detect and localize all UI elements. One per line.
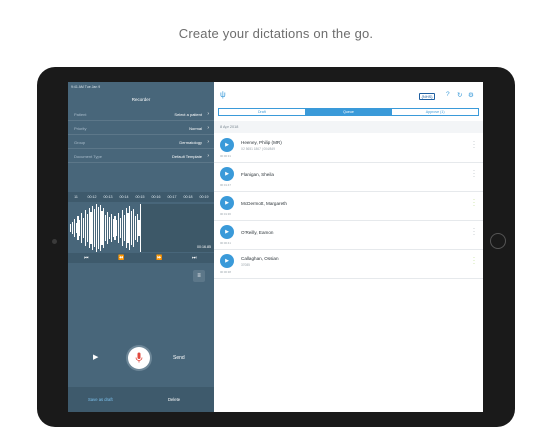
nhs-badge: {NHS} xyxy=(419,93,436,100)
field-label: Patient xyxy=(74,112,87,117)
page-headline: Create your dictations on the go. xyxy=(178,26,374,41)
tablet-camera xyxy=(52,239,57,244)
dictation-item[interactable]: ▶ 00:00:41 O'Reilly, Eamon · · · xyxy=(214,221,483,250)
timeline-tick: 00:13 xyxy=(103,195,113,199)
play-icon[interactable]: ▶ xyxy=(220,167,234,181)
tablet-frame: 9:41 AM Tue Jan 9 Recorder Patient Selec… xyxy=(37,67,515,427)
field-value: Select a patient xyxy=(174,112,202,117)
settings-icon[interactable]: ⚙ xyxy=(468,91,474,99)
field-label: Group xyxy=(74,140,86,145)
patient-name: Callaghan, Ossian xyxy=(241,256,279,261)
play-icon[interactable]: ▶ xyxy=(220,196,234,210)
chevron-right-icon: › xyxy=(207,125,209,131)
notes-icon[interactable]: ≡ xyxy=(193,270,205,282)
patient-field[interactable]: Patient Select a patient › xyxy=(68,107,214,121)
patient-name: Flanigan, Sheila xyxy=(241,172,274,177)
timeline-tick: 11 xyxy=(74,195,78,199)
priority-field[interactable]: Priority Normal › xyxy=(68,121,214,135)
tablet-home-button[interactable] xyxy=(490,233,506,249)
dictation-duration: 00:01:47 xyxy=(220,183,231,187)
play-icon[interactable]: ▶ xyxy=(220,254,234,268)
status-bar-text: 9:41 AM Tue Jan 9 xyxy=(71,85,101,89)
tab-draft[interactable]: Draft xyxy=(219,109,305,115)
dictation-duration: 00:01:36 xyxy=(220,212,231,216)
date-section-header: 8 Apr 2018 xyxy=(214,121,483,133)
document-type-field[interactable]: Document Type Default Template › xyxy=(68,149,214,163)
help-icon[interactable]: ? xyxy=(446,91,450,98)
tab-approve[interactable]: Approve (1) xyxy=(391,109,478,115)
dictation-duration: 00:00:31 xyxy=(220,154,231,158)
dictation-duration: 00:00:38 xyxy=(220,270,231,274)
patient-name: O'Reilly, Eamon xyxy=(241,230,274,235)
timeline-tick: 00:12 xyxy=(87,195,97,199)
more-vertical-icon[interactable]: · · · xyxy=(473,197,475,209)
field-label: Document Type xyxy=(74,154,102,159)
save-draft-button[interactable]: Save as draft xyxy=(88,397,113,402)
field-value: Normal xyxy=(189,126,202,131)
more-vertical-icon[interactable]: · · · xyxy=(473,168,475,180)
rewind-icon[interactable]: ⏪ xyxy=(118,255,124,261)
timeline-tick: 00:14 xyxy=(119,195,129,199)
recorder-bottom-bar: Save as draft Delete xyxy=(68,387,214,412)
tab-queue[interactable]: Queue xyxy=(304,109,392,115)
top-toolbar: ψ {NHS} ? ↻ ⚙ xyxy=(214,82,483,105)
patient-name: Heeney, Philip (MR) xyxy=(241,140,282,145)
refresh-icon[interactable]: ↻ xyxy=(457,91,462,99)
recorder-panel: 9:41 AM Tue Jan 9 Recorder Patient Selec… xyxy=(68,82,214,412)
timeline-tick: 00:15 xyxy=(135,195,145,199)
record-button[interactable] xyxy=(128,347,150,369)
recorder-title: Recorder xyxy=(131,97,151,102)
timeline-tick: 00:16 xyxy=(151,195,161,199)
send-button[interactable]: Send xyxy=(173,355,185,361)
timeline-tick: 00:18 xyxy=(183,195,193,199)
app-logo: ψ xyxy=(220,90,226,99)
field-value: Default Template xyxy=(172,154,202,159)
time-readout: 00:16.85 xyxy=(197,245,211,249)
more-vertical-icon[interactable]: · · · xyxy=(473,255,475,267)
audio-waveform[interactable]: 00:16.85 xyxy=(68,204,214,252)
chevron-right-icon: › xyxy=(207,111,209,117)
more-vertical-icon[interactable]: · · · xyxy=(473,226,475,238)
play-icon[interactable]: ▶ xyxy=(220,138,234,152)
patient-details: X2 5651 1867 | 004/849 xyxy=(241,147,275,151)
group-field[interactable]: Group Dermatology › xyxy=(68,135,214,149)
recorded-waveform xyxy=(68,204,140,252)
transport-controls: ⏮ ⏪ ⏩ ⏭ xyxy=(68,253,214,263)
play-icon[interactable]: ▶ xyxy=(220,225,234,239)
app-screen: 9:41 AM Tue Jan 9 Recorder Patient Selec… xyxy=(68,82,483,412)
skip-end-icon[interactable]: ⏭ xyxy=(192,255,197,261)
timeline-tick: 00:19 xyxy=(199,195,209,199)
microphone-icon xyxy=(135,352,143,363)
chevron-right-icon: › xyxy=(207,139,209,145)
fast-forward-icon[interactable]: ⏩ xyxy=(156,255,162,261)
chevron-right-icon: › xyxy=(207,153,209,159)
skip-start-icon[interactable]: ⏮ xyxy=(84,255,89,261)
status-segmented-control: Draft Queue Approve (1) xyxy=(218,108,479,116)
field-label: Priority xyxy=(74,126,87,131)
delete-button[interactable]: Delete xyxy=(168,397,180,402)
field-value: Dermatology xyxy=(179,140,202,145)
audio-timeline[interactable]: 11 00:12 00:13 00:14 00:15 00:16 00:17 00:18 00:… xyxy=(68,192,214,202)
dictation-item[interactable]: ▶ 00:00:38 Callaghan, Ossian 37085 · · · xyxy=(214,250,483,279)
timeline-tick: 00:17 xyxy=(167,195,177,199)
more-vertical-icon[interactable]: · · · xyxy=(473,139,475,151)
patient-name: McDermott, Margareth xyxy=(241,201,287,206)
playhead[interactable] xyxy=(140,204,141,252)
dictation-item[interactable]: ▶ 00:01:36 McDermott, Margareth · · · xyxy=(214,192,483,221)
patient-details: 37085 xyxy=(241,263,250,267)
dictation-item[interactable]: ▶ 00:01:47 Flanigan, Sheila · · · xyxy=(214,163,483,192)
dictation-duration: 00:00:41 xyxy=(220,241,231,245)
dictation-list-panel: ψ {NHS} ? ↻ ⚙ Draft Queue Approve (1) 8 … xyxy=(214,82,483,412)
play-button[interactable]: ▶ xyxy=(93,353,98,361)
dictation-item[interactable]: ▶ 00:00:31 Heeney, Philip (MR) X2 5651 1… xyxy=(214,134,483,163)
